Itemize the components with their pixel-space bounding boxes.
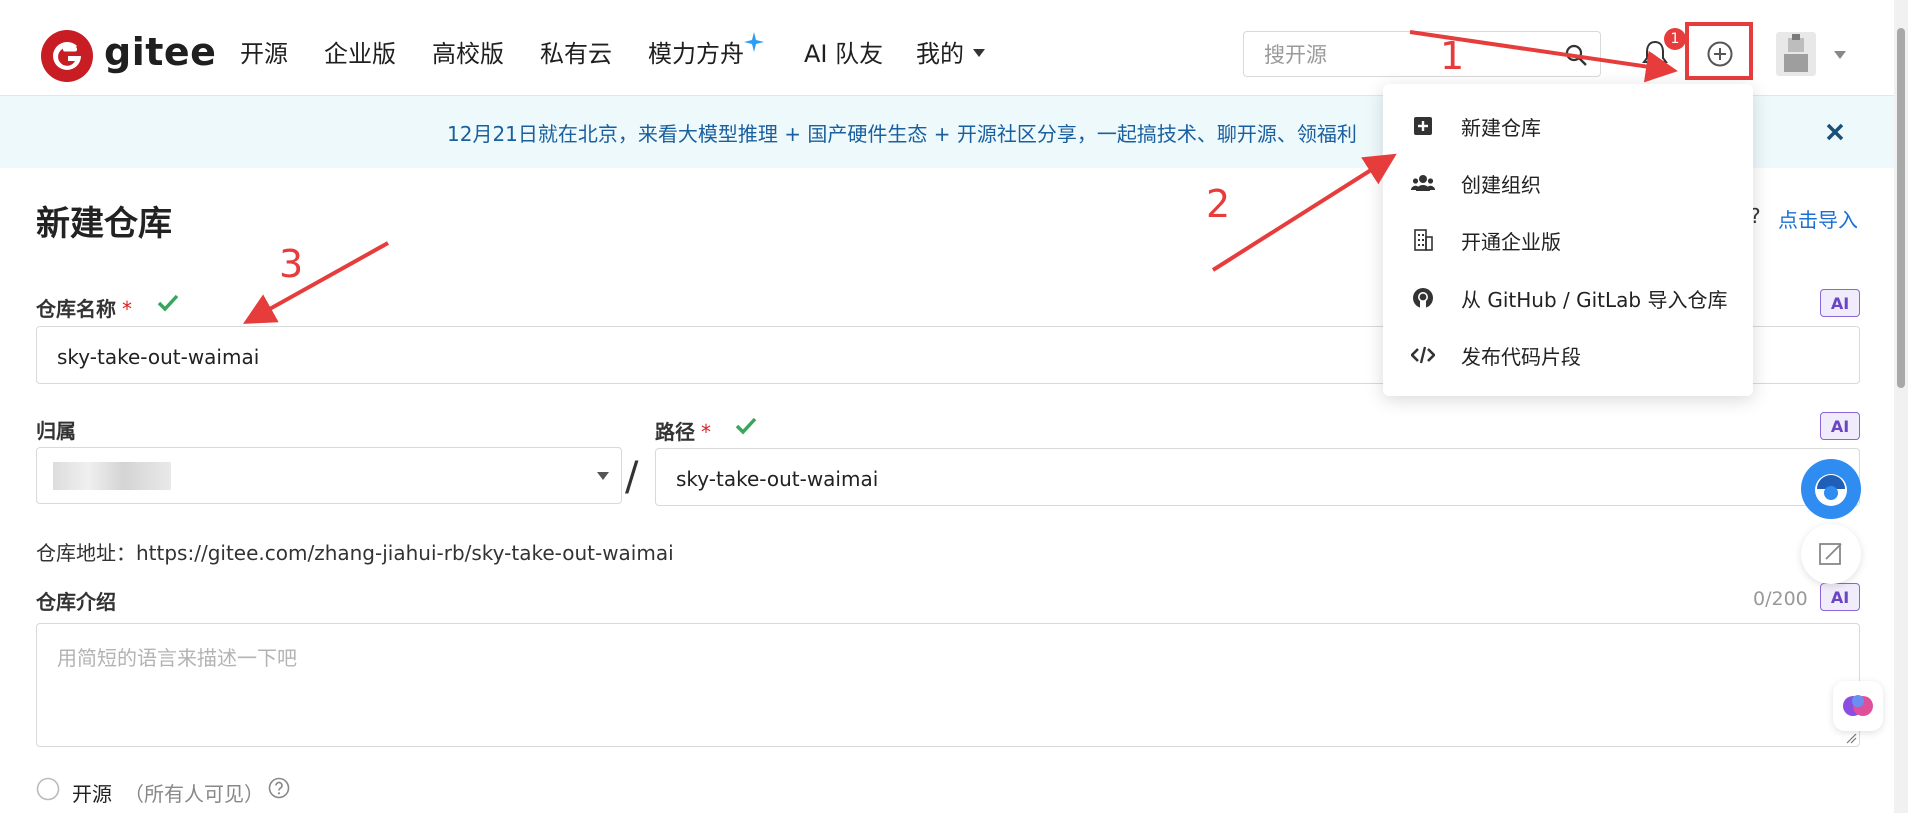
menu-item-publish-snippet[interactable]: 发布代码片段 bbox=[1383, 327, 1753, 383]
github-icon bbox=[1413, 288, 1433, 308]
banner-text[interactable]: 12月21日就在北京，来看大模型推理 + 国产硬件生态 + 开源社区分享，一起搞… bbox=[447, 118, 1357, 147]
required-mark: * bbox=[122, 297, 132, 321]
visibility-open-hint: （所有人可见） bbox=[124, 782, 264, 806]
menu-item-label: 创建组织 bbox=[1461, 173, 1541, 197]
annotation-number-2: 2 bbox=[1206, 182, 1231, 226]
repo-name-value: sky-take-out-waimai bbox=[57, 345, 260, 369]
select-caret-icon bbox=[597, 472, 609, 480]
menu-item-label: 开通企业版 bbox=[1461, 230, 1561, 254]
search-icon[interactable] bbox=[1564, 43, 1588, 67]
help-icon[interactable] bbox=[268, 777, 290, 799]
search-box[interactable] bbox=[1243, 31, 1601, 77]
owner-avatar-blurred bbox=[53, 462, 171, 490]
menu-item-label: 新建仓库 bbox=[1461, 116, 1541, 140]
bell-icon[interactable] bbox=[1642, 40, 1668, 68]
description-placeholder: 用简短的语言来描述一下吧 bbox=[57, 646, 297, 670]
nav-item-moark[interactable]: 模力方舟 bbox=[648, 38, 744, 70]
create-dropdown-menu: 新建仓库 创建组织 开通企业版 从 GitHub / GitLab 导入仓库 发… bbox=[1383, 84, 1753, 396]
annotation-arrow-2 bbox=[1211, 153, 1397, 272]
ai-brain-button[interactable] bbox=[1833, 681, 1883, 731]
nav-item-mine[interactable]: 我的 bbox=[916, 38, 964, 70]
logo-text[interactable]: gitee bbox=[104, 26, 216, 78]
owner-label: 归属 bbox=[36, 419, 76, 443]
path-label: 路径 * bbox=[655, 416, 711, 445]
building-icon bbox=[1414, 229, 1433, 251]
annotation-number-1: 1 bbox=[1440, 34, 1465, 78]
annotation-arrow-3 bbox=[243, 241, 389, 324]
ai-badge[interactable]: AI bbox=[1820, 289, 1860, 317]
nav-item-ai-teammate[interactable]: AI 队友 bbox=[804, 38, 883, 70]
repo-name-label: 仓库名称 * bbox=[36, 293, 132, 322]
visibility-open-label[interactable]: 开源 bbox=[72, 778, 112, 807]
top-navbar: gitee 开源 企业版 高校版 私有云 模力方舟 AI 队友 我的 1 bbox=[0, 0, 1908, 96]
radio-button[interactable] bbox=[36, 777, 60, 801]
repo-name-label-text: 仓库名称 bbox=[36, 297, 116, 321]
plus-square-icon bbox=[1414, 117, 1432, 135]
check-icon bbox=[157, 294, 179, 312]
owner-select[interactable] bbox=[36, 447, 622, 504]
users-icon bbox=[1411, 175, 1435, 191]
menu-item-new-repo[interactable]: 新建仓库 bbox=[1383, 98, 1753, 154]
repo-url-value: https://gitee.com/zhang-jiahui-rb/sky-ta… bbox=[136, 541, 674, 565]
menu-item-import-github-gitlab[interactable]: 从 GitHub / GitLab 导入仓库 bbox=[1383, 270, 1753, 326]
search-input[interactable] bbox=[1262, 42, 1546, 68]
edit-icon bbox=[1819, 543, 1842, 565]
path-label-text: 路径 bbox=[655, 420, 695, 444]
nav-item-university[interactable]: 高校版 bbox=[432, 38, 504, 70]
customer-service-button[interactable] bbox=[1801, 459, 1861, 519]
char-count: 0/200 bbox=[1753, 588, 1808, 610]
menu-item-label: 发布代码片段 bbox=[1461, 345, 1581, 369]
path-separator: / bbox=[625, 454, 639, 500]
nav-item-enterprise[interactable]: 企业版 bbox=[324, 38, 396, 70]
menu-item-enterprise[interactable]: 开通企业版 bbox=[1383, 212, 1753, 268]
close-icon[interactable] bbox=[1825, 122, 1845, 142]
code-icon bbox=[1411, 346, 1435, 364]
ai-badge[interactable]: AI bbox=[1820, 583, 1860, 611]
scrollbar-thumb[interactable] bbox=[1897, 28, 1905, 388]
import-link[interactable]: 点击导入 bbox=[1778, 204, 1858, 233]
avatar-caret-icon[interactable] bbox=[1834, 51, 1846, 59]
caret-down-icon bbox=[973, 49, 985, 57]
check-icon bbox=[735, 417, 757, 435]
nav-item-private-cloud[interactable]: 私有云 bbox=[540, 38, 612, 70]
path-input[interactable]: sky-take-out-waimai bbox=[655, 448, 1860, 506]
annotation-number-3: 3 bbox=[279, 242, 304, 286]
required-mark-path: * bbox=[701, 420, 711, 444]
menu-item-create-org[interactable]: 创建组织 bbox=[1383, 155, 1753, 211]
notification-badge: 1 bbox=[1664, 28, 1686, 50]
page-title: 新建仓库 bbox=[36, 204, 172, 244]
description-textarea[interactable]: 用简短的语言来描述一下吧 bbox=[36, 623, 1860, 747]
gitee-logo-icon[interactable] bbox=[41, 30, 93, 82]
sparkle-icon bbox=[744, 32, 764, 52]
resize-handle-icon[interactable] bbox=[1845, 732, 1857, 744]
nav-item-open-source[interactable]: 开源 bbox=[240, 38, 288, 70]
vertical-scrollbar[interactable] bbox=[1894, 0, 1908, 813]
menu-item-label: 从 GitHub / GitLab 导入仓库 bbox=[1461, 288, 1728, 312]
assistant-avatar-icon bbox=[1815, 474, 1847, 506]
repo-url-line: 仓库地址：https://gitee.com/zhang-jiahui-rb/s… bbox=[36, 537, 674, 566]
brain-icon bbox=[1843, 695, 1873, 716]
feedback-button[interactable] bbox=[1801, 524, 1861, 584]
ai-badge[interactable]: AI bbox=[1820, 412, 1860, 440]
path-value: sky-take-out-waimai bbox=[676, 467, 879, 491]
avatar[interactable] bbox=[1776, 32, 1816, 76]
repo-url-label: 仓库地址： bbox=[36, 541, 136, 565]
description-label: 仓库介绍 bbox=[36, 590, 116, 614]
plus-circle-icon[interactable] bbox=[1706, 40, 1734, 68]
